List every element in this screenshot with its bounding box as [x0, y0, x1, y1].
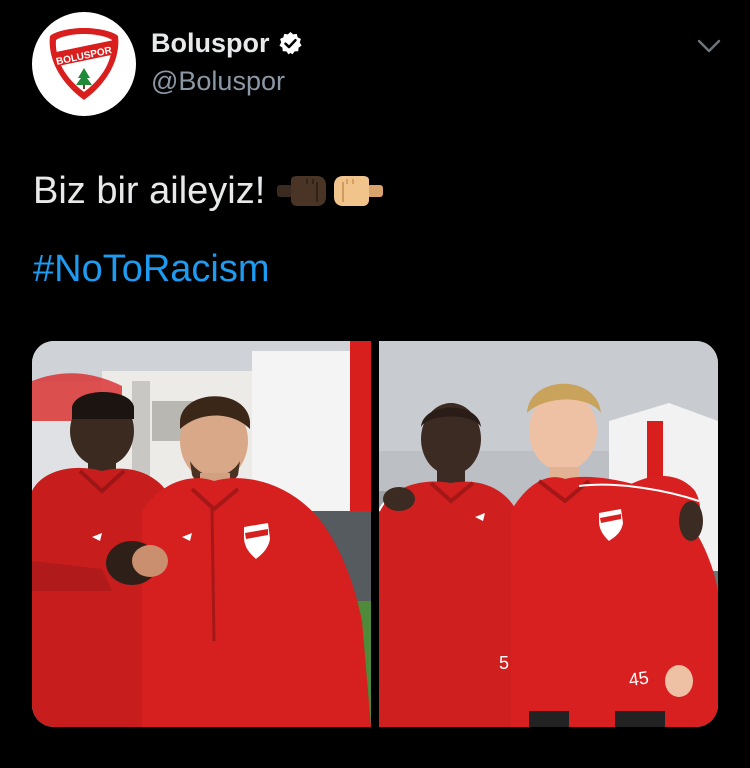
- photo-right[interactable]: 5 45: [379, 341, 718, 727]
- jersey-number-left: 5: [499, 653, 509, 673]
- chevron-down-icon[interactable]: [694, 32, 724, 60]
- display-name[interactable]: Boluspor: [151, 28, 303, 59]
- boluspor-crest-icon: BOLUSPOR: [49, 28, 119, 100]
- dark-fist-icon: [277, 176, 327, 206]
- avatar[interactable]: BOLUSPOR: [32, 12, 136, 116]
- photo-left[interactable]: [32, 341, 371, 727]
- two-players-arm-over-shoulder-photo: 5 45: [379, 341, 718, 727]
- tweet[interactable]: BOLUSPOR Boluspor @Boluspor Biz bir aile…: [0, 0, 750, 768]
- light-fist-icon: [334, 176, 384, 206]
- two-players-handshake-photo: [32, 341, 371, 727]
- media-grid[interactable]: 5 45: [32, 341, 718, 727]
- tweet-text-body: Biz bir aileyiz!: [33, 170, 266, 212]
- tweet-text: Biz bir aileyiz!: [33, 168, 384, 214]
- hashtag-link[interactable]: #NoToRacism: [33, 246, 270, 292]
- handle[interactable]: @Boluspor: [151, 66, 285, 97]
- jersey-number-right: 45: [627, 667, 650, 690]
- verified-badge-icon: [278, 32, 302, 55]
- display-name-text[interactable]: Boluspor: [151, 28, 270, 59]
